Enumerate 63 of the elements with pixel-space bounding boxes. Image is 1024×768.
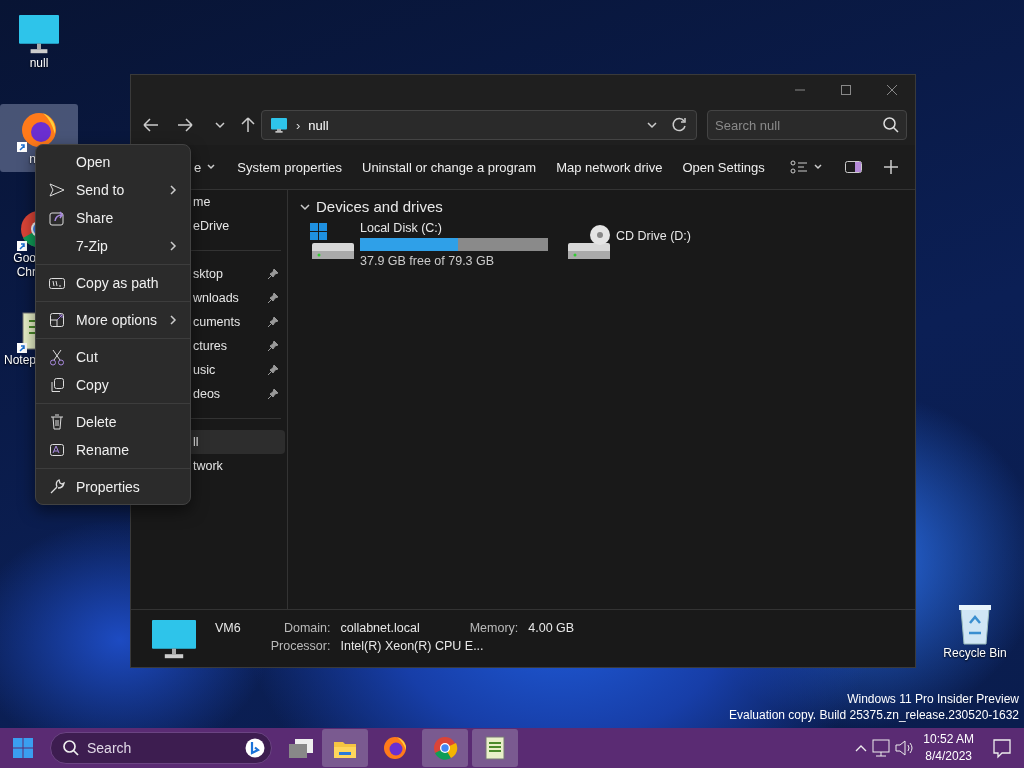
taskbar-app-button[interactable] — [422, 729, 468, 767]
detail-value: 4.00 GB — [528, 620, 575, 635]
detail-value: Intel(R) Xeon(R) CPU E... — [340, 638, 485, 653]
watermark-text: Evaluation copy. Build 25375.zn_release.230520-1632 — [729, 707, 1019, 723]
drive-name: Local Disk (C:) — [360, 221, 443, 235]
rename-icon — [48, 441, 66, 459]
icon-label: Goo — [13, 251, 36, 265]
taskbar-app-button[interactable] — [472, 729, 518, 767]
drive-tile[interactable]: CD Drive (D:) — [564, 219, 693, 270]
search-icon — [882, 116, 900, 134]
desktop-icon[interactable]: Recycle Bin — [936, 598, 1014, 666]
clock-time: 10:52 AM — [923, 731, 974, 748]
drive-name: CD Drive (D:) — [616, 229, 691, 243]
section-header[interactable]: Devices and drives — [298, 198, 443, 215]
menu-item[interactable]: Copy as path — [36, 269, 190, 297]
monitor-icon — [18, 14, 60, 54]
monitor-icon — [151, 618, 197, 659]
drive-tile[interactable]: Local Disk (C:) 37.9 GB free of 79.3 GB — [308, 219, 550, 270]
share-icon — [48, 209, 66, 227]
menu-item[interactable]: More options — [36, 306, 190, 334]
scissors-icon — [48, 348, 66, 366]
chrome-icon — [431, 734, 459, 762]
taskbar-app-button[interactable] — [322, 729, 368, 767]
menu-item[interactable]: 7-Zip — [36, 232, 190, 260]
search-field[interactable]: Search null — [707, 110, 907, 140]
wrench-icon — [48, 478, 66, 496]
toolbar-button[interactable]: System properties — [228, 153, 351, 181]
bing-icon — [245, 738, 265, 758]
firefox-icon — [381, 734, 409, 762]
watermark-text: Windows 11 Pro Insider Preview — [846, 691, 1019, 707]
icon-label: null — [29, 56, 49, 70]
icon-label: n — [29, 152, 36, 166]
send-icon — [48, 181, 66, 199]
clock[interactable]: 10:52 AM 8/4/2023 — [915, 731, 982, 765]
icon-label: Notep — [3, 353, 36, 367]
detail-value: collabnet.local — [340, 620, 420, 635]
monitor-icon — [270, 117, 288, 133]
menu-item[interactable]: Properties — [36, 473, 190, 501]
list-view-icon — [790, 160, 808, 174]
icon-label: Chr — [16, 265, 36, 279]
detail-label: Memory: — [469, 620, 519, 635]
menu-item[interactable]: Share — [36, 204, 190, 232]
computer-name: VM6 — [215, 620, 241, 635]
copy-icon — [48, 376, 66, 394]
toolbar-button[interactable]: Map network drive — [547, 153, 672, 181]
more-options-icon — [48, 311, 66, 329]
drive-free-space: 37.9 GB free of 79.3 GB — [360, 254, 496, 268]
breadcrumb-item[interactable]: null — [308, 117, 329, 133]
detail-label: Processor: — [270, 638, 331, 653]
trash-icon — [48, 413, 66, 431]
toolbar-button[interactable]: Open Settings — [673, 153, 774, 181]
taskbar-search-field[interactable]: Search — [50, 732, 272, 764]
firefox-icon — [19, 110, 59, 150]
desktop-icon[interactable]: null — [0, 8, 78, 76]
detail-label: Domain: — [282, 620, 331, 635]
toolbar-button[interactable]: Uninstall or change a program — [353, 153, 546, 181]
address-bar[interactable]: › null — [261, 110, 697, 140]
search-icon — [62, 739, 80, 757]
icon-label: Recycle Bin — [943, 646, 1007, 660]
breadcrumb-separator: › — [296, 117, 301, 133]
clock-date: 8/4/2023 — [924, 748, 973, 765]
drive-icon — [310, 221, 356, 261]
recycle-bin-icon — [957, 603, 993, 645]
